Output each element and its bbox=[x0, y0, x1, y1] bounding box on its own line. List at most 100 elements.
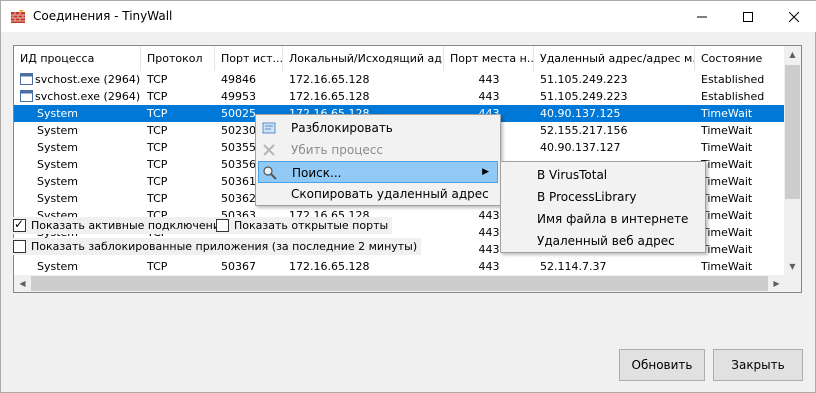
title-bar: Соединения - TinyWall bbox=[1, 1, 816, 32]
refresh-button[interactable]: Обновить bbox=[619, 349, 705, 381]
cell-protocol: TCP bbox=[147, 192, 168, 205]
show-open-ports-label: Показать открытые порты bbox=[234, 219, 389, 232]
checkbox-box[interactable]: ✓ bbox=[13, 217, 26, 232]
tinywall-app-icon bbox=[11, 10, 25, 23]
column-header-src-port[interactable]: Порт ист... bbox=[215, 46, 283, 71]
column-header-protocol[interactable]: Протокол bbox=[141, 46, 215, 71]
cell-process: svchost.exe (2964) bbox=[35, 90, 141, 103]
close-window-button[interactable] bbox=[771, 1, 816, 32]
cell-protocol: TCP bbox=[147, 73, 168, 86]
cell-process: System bbox=[37, 141, 79, 154]
cell-state: TimeWait bbox=[701, 209, 753, 222]
cell-src-port: 49953 bbox=[221, 90, 256, 103]
menu-item-unblock-label: Разблокировать bbox=[291, 121, 393, 135]
scroll-right-icon[interactable]: ▶ bbox=[768, 275, 785, 292]
submenu-item-processlibrary-label: В ProcessLibrary bbox=[537, 190, 637, 204]
table-header: ИД процесса Протокол Порт ист... Локальн… bbox=[14, 46, 785, 71]
cell-remote-address: 52.114.7.37 bbox=[540, 260, 607, 273]
cell-state: TimeWait bbox=[701, 141, 753, 154]
checkmark-icon: ✓ bbox=[14, 217, 25, 231]
cell-dst-port: 443 bbox=[478, 90, 500, 103]
menu-item-search[interactable]: Поиск... ▶ bbox=[258, 161, 498, 183]
vertical-scroll-thumb[interactable] bbox=[785, 65, 800, 199]
process-icon bbox=[20, 73, 33, 85]
maximize-button[interactable] bbox=[725, 1, 771, 32]
show-blocked-checkbox[interactable]: Показать заблокированные приложения (за … bbox=[13, 238, 422, 255]
cell-process: System bbox=[37, 107, 79, 120]
menu-item-search-label: Поиск... bbox=[292, 166, 342, 180]
search-submenu: В VirusTotal В ProcessLibrary Имя файла … bbox=[500, 161, 706, 253]
scroll-left-icon[interactable]: ◀ bbox=[14, 275, 31, 292]
cell-protocol: TCP bbox=[147, 158, 168, 171]
submenu-item-remote-web-address[interactable]: Удаленный веб адрес bbox=[503, 230, 703, 252]
checkbox-box[interactable] bbox=[216, 219, 229, 232]
cell-local-address: 172.16.65.128 bbox=[289, 73, 370, 86]
window-title: Соединения - TinyWall bbox=[33, 9, 173, 23]
submenu-arrow-icon: ▶ bbox=[482, 167, 489, 177]
submenu-item-filename-online[interactable]: Имя файла в интернете bbox=[503, 208, 703, 230]
context-menu: Разблокировать Убить процесс Поиск... ▶ … bbox=[255, 114, 501, 206]
show-blocked-label: Показать заблокированные приложения (за … bbox=[31, 240, 418, 253]
cell-protocol: TCP bbox=[147, 124, 168, 137]
cell-state: TimeWait bbox=[701, 107, 753, 120]
cell-src-port: 50367 bbox=[221, 260, 256, 273]
vertical-scrollbar[interactable]: ▲ ▼ bbox=[784, 46, 801, 275]
menu-item-unblock[interactable]: Разблокировать bbox=[258, 117, 498, 139]
cell-dst-port: 443 bbox=[478, 260, 500, 273]
cell-dst-port: 443 bbox=[478, 73, 500, 86]
horizontal-scrollbar[interactable]: ◀ ▶ bbox=[14, 275, 785, 292]
scroll-up-icon[interactable]: ▲ bbox=[784, 46, 801, 63]
cell-protocol: TCP bbox=[147, 175, 168, 188]
kill-process-icon bbox=[263, 144, 275, 156]
minimize-button[interactable] bbox=[679, 1, 725, 32]
column-header-dst-port[interactable]: Порт места н... bbox=[444, 46, 534, 71]
cell-state: TimeWait bbox=[701, 175, 753, 188]
submenu-item-remote-web-address-label: Удаленный веб адрес bbox=[537, 234, 675, 248]
column-header-local[interactable]: Локальный/Исходящий ад... bbox=[283, 46, 444, 71]
menu-item-kill-process-label: Убить процесс bbox=[291, 143, 383, 157]
cell-protocol: TCP bbox=[147, 141, 168, 154]
cell-protocol: TCP bbox=[147, 90, 168, 103]
cell-process: System bbox=[37, 192, 79, 205]
column-header-state[interactable]: Состояние bbox=[695, 46, 785, 71]
scroll-down-icon[interactable]: ▼ bbox=[784, 258, 801, 275]
horizontal-scroll-thumb[interactable] bbox=[31, 276, 768, 291]
column-header-remote[interactable]: Удаленный адрес/адрес м... bbox=[534, 46, 695, 71]
show-active-checkbox[interactable]: ✓ Показать активные подключения bbox=[13, 217, 231, 234]
cell-state: Established bbox=[701, 90, 765, 103]
menu-item-copy-remote-address[interactable]: Скопировать удаленный адрес bbox=[258, 183, 498, 205]
cell-state: Established bbox=[701, 73, 765, 86]
cell-local-address: 172.16.65.128 bbox=[289, 90, 370, 103]
cell-process: System bbox=[37, 124, 79, 137]
submenu-item-virustotal[interactable]: В VirusTotal bbox=[503, 164, 703, 186]
cell-state: TimeWait bbox=[701, 260, 753, 273]
cell-local-address: 172.16.65.128 bbox=[289, 260, 370, 273]
cell-remote-address: 51.105.249.223 bbox=[540, 90, 628, 103]
menu-item-copy-remote-address-label: Скопировать удаленный адрес bbox=[291, 187, 489, 201]
unblock-icon bbox=[262, 122, 276, 134]
cell-remote-address: 40.90.137.125 bbox=[540, 107, 621, 120]
cell-process: System bbox=[37, 158, 79, 171]
submenu-item-filename-online-label: Имя файла в интернете bbox=[537, 212, 689, 226]
close-icon bbox=[789, 11, 799, 22]
cell-remote-address: 51.105.249.223 bbox=[540, 73, 628, 86]
cell-state: TimeWait bbox=[701, 226, 753, 239]
cell-remote-address: 40.90.137.127 bbox=[540, 141, 621, 154]
submenu-item-processlibrary[interactable]: В ProcessLibrary bbox=[503, 186, 703, 208]
table-row[interactable]: svchost.exe (2964) TCP 49846 172.16.65.128 4… bbox=[14, 71, 785, 88]
show-open-ports-checkbox[interactable]: Показать открытые порты bbox=[216, 217, 393, 234]
show-active-label: Показать активные подключения bbox=[31, 219, 227, 232]
close-button[interactable]: Закрыть bbox=[713, 349, 803, 381]
column-header-process[interactable]: ИД процесса bbox=[14, 46, 141, 71]
cell-protocol: TCP bbox=[147, 107, 168, 120]
cell-src-port: 49846 bbox=[221, 73, 256, 86]
menu-item-kill-process[interactable]: Убить процесс bbox=[258, 139, 498, 161]
cell-process: svchost.exe (2964) bbox=[35, 73, 141, 86]
process-icon bbox=[20, 90, 33, 102]
table-row[interactable]: System TCP 50367 172.16.65.128 443 52.114.7.3… bbox=[14, 258, 785, 275]
scrollbar-corner bbox=[784, 275, 801, 292]
table-row[interactable]: svchost.exe (2964) TCP 49953 172.16.65.128 4… bbox=[14, 88, 785, 105]
cell-state: TimeWait bbox=[701, 124, 753, 137]
checkbox-box[interactable] bbox=[13, 240, 26, 253]
cell-state: TimeWait bbox=[701, 158, 753, 171]
